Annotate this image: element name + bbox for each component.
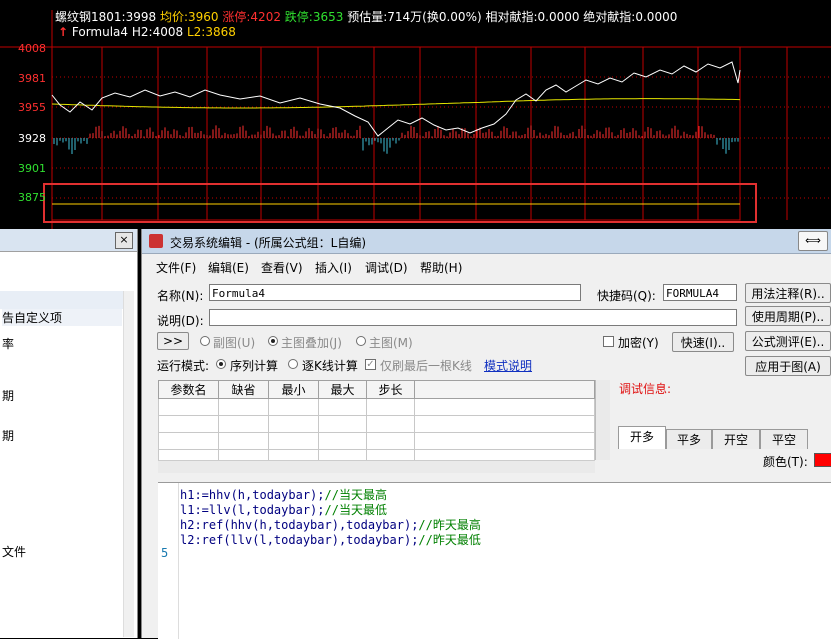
quote-header: 螺纹钢1801:3998 均价:3960 涨停:4202 跌停:3653 预估量… <box>55 8 677 25</box>
symbol-price: 螺纹钢1801:3998 <box>55 10 157 24</box>
menu-bar: 文件(F) 编辑(E) 查看(V) 插入(I) 调试(D) 帮助(H) <box>142 256 831 276</box>
usage-period-button[interactable]: 使用周期(P).. <box>745 306 831 326</box>
intraday-chart: 螺纹钢1801:3998 均价:3960 涨停:4202 跌停:3653 预估量… <box>0 0 831 232</box>
sequence-label: 序列计算 <box>230 359 279 373</box>
menu-help[interactable]: 帮助(H) <box>420 259 462 276</box>
param-col-name: 参数名 <box>158 380 219 399</box>
trading-system-editor: 交易系统编辑 - (所属公式组：L自编) ⟺ 文件(F) 编辑(E) 查看(V)… <box>141 229 831 639</box>
mode-help-link[interactable]: 模式说明 <box>484 357 532 374</box>
code-editor[interactable]: h1:=hhv(h,todaybar);//当天最高 l1:=llv(l,tod… <box>158 482 831 639</box>
limit-up: 涨停:4202 <box>222 10 281 24</box>
color-swatch[interactable] <box>814 453 831 467</box>
up-arrow-icon: ↑ <box>58 25 69 39</box>
editor-title: 交易系统编辑 - (所属公式组：L自编) <box>170 236 367 250</box>
encrypt-checkbox[interactable] <box>603 336 614 347</box>
quick-button[interactable]: 快速(I).. <box>672 332 734 352</box>
left-panel-scrollbar[interactable] <box>123 291 134 637</box>
list-header-strip <box>0 291 124 309</box>
left-panel-titlebar: × <box>0 229 137 252</box>
close-icon[interactable]: × <box>115 232 133 249</box>
debug-label: 调试信息: <box>619 382 672 396</box>
code-gutter <box>158 483 179 639</box>
chart-frame <box>51 46 741 221</box>
tab-close-short[interactable]: 平空 <box>760 429 808 449</box>
params-scrollbar[interactable] <box>595 380 610 460</box>
avg-price: 均价:3960 <box>159 10 219 24</box>
per-bar-radio[interactable] <box>288 359 298 369</box>
desc-input[interactable] <box>209 309 737 326</box>
line-number: 5 <box>161 546 169 560</box>
expand-button[interactable]: >> <box>157 332 189 350</box>
refresh-last-label: 仅刷最后一根K线 <box>380 359 472 373</box>
volume-info: 预估量:714万(换0.00%) 相对献指:0.0000 绝对献指:0.0000 <box>347 10 678 24</box>
name-label: 名称(N): <box>157 289 204 303</box>
list-item[interactable]: 率 <box>2 335 14 352</box>
y-label-3901: 3901 <box>18 162 46 175</box>
run-mode-label: 运行模式: <box>157 359 210 373</box>
formula-eval-button[interactable]: 公式测评(E).. <box>745 331 831 351</box>
subchart-label: 副图(U) <box>213 336 256 350</box>
per-bar-label: 逐K线计算 <box>302 359 358 373</box>
h2-value: H2:4008 <box>131 25 184 39</box>
limit-down: 跌停:3653 <box>284 10 344 24</box>
menu-debug[interactable]: 调试(D) <box>365 259 408 276</box>
desc-label: 说明(D): <box>157 314 204 328</box>
highlight-box <box>43 183 757 223</box>
mainchart-label: 主图(M) <box>369 336 413 350</box>
overlay-label: 主图叠加(J) <box>281 336 342 350</box>
menu-view[interactable]: 查看(V) <box>261 259 303 276</box>
params-table: 参数名 缺省 最小 最大 步长 <box>158 380 595 467</box>
y-label-3875: 3875 <box>18 191 46 204</box>
color-label: 颜色(T): <box>763 455 808 469</box>
shortcut-input[interactable]: FORMULA4 <box>663 284 737 301</box>
editor-titlebar: 交易系统编辑 - (所属公式组：L自编) ⟺ <box>142 229 831 254</box>
list-item[interactable]: 文件 <box>2 543 26 560</box>
overlay-radio[interactable] <box>268 336 278 346</box>
param-col-max: 最大 <box>318 380 367 399</box>
code-line: l2:ref(llv(l,todaybar),todaybar);//昨天最低 <box>180 533 481 547</box>
y-label-3981: 3981 <box>18 72 46 85</box>
table-row[interactable] <box>158 398 595 416</box>
name-input[interactable]: Formula4 <box>209 284 581 301</box>
encrypt-label: 加密(Y) <box>618 336 659 350</box>
table-row[interactable] <box>158 432 595 450</box>
tab-open-short[interactable]: 开空 <box>712 429 760 449</box>
list-item[interactable]: 期 <box>2 427 14 444</box>
app-logo-icon <box>149 234 163 248</box>
shortcut-label: 快捷码(Q): <box>597 289 656 303</box>
y-label-4008: 4008 <box>18 42 46 55</box>
tab-open-long[interactable]: 开多 <box>618 426 666 449</box>
y-label-3955: 3955 <box>18 101 46 114</box>
list-item[interactable]: 期 <box>2 387 14 404</box>
table-row[interactable] <box>158 415 595 433</box>
param-col-default: 缺省 <box>218 380 269 399</box>
param-col-step: 步长 <box>366 380 415 399</box>
mainchart-radio[interactable] <box>356 336 366 346</box>
tab-close-long[interactable]: 平多 <box>666 429 712 449</box>
param-col-min: 最小 <box>268 380 319 399</box>
menu-file[interactable]: 文件(F) <box>156 259 196 276</box>
sequence-radio[interactable] <box>216 359 226 369</box>
params-hscrollbar[interactable] <box>158 460 595 473</box>
list-item[interactable]: 告自定义项 <box>2 309 122 326</box>
formula-list-panel: × 告自定义项 率 期 期 文件 <box>0 229 138 638</box>
y-label-3928: 3928 <box>18 132 46 145</box>
menu-insert[interactable]: 插入(I) <box>315 259 352 276</box>
formula-name: Formula4 <box>71 25 129 39</box>
l2-value: L2:3868 <box>186 25 236 39</box>
menu-edit[interactable]: 编辑(E) <box>208 259 249 276</box>
refresh-last-checkbox[interactable]: ✓ <box>365 359 376 370</box>
formula-header: ↑ Formula4 H2:4008 L2:3868 <box>58 25 236 39</box>
restore-icon[interactable]: ⟺ <box>798 231 828 251</box>
usage-notes-button[interactable]: 用法注释(R).. <box>745 283 831 303</box>
subchart-radio[interactable] <box>200 336 210 346</box>
apply-to-chart-button[interactable]: 应用于图(A) <box>745 356 831 376</box>
